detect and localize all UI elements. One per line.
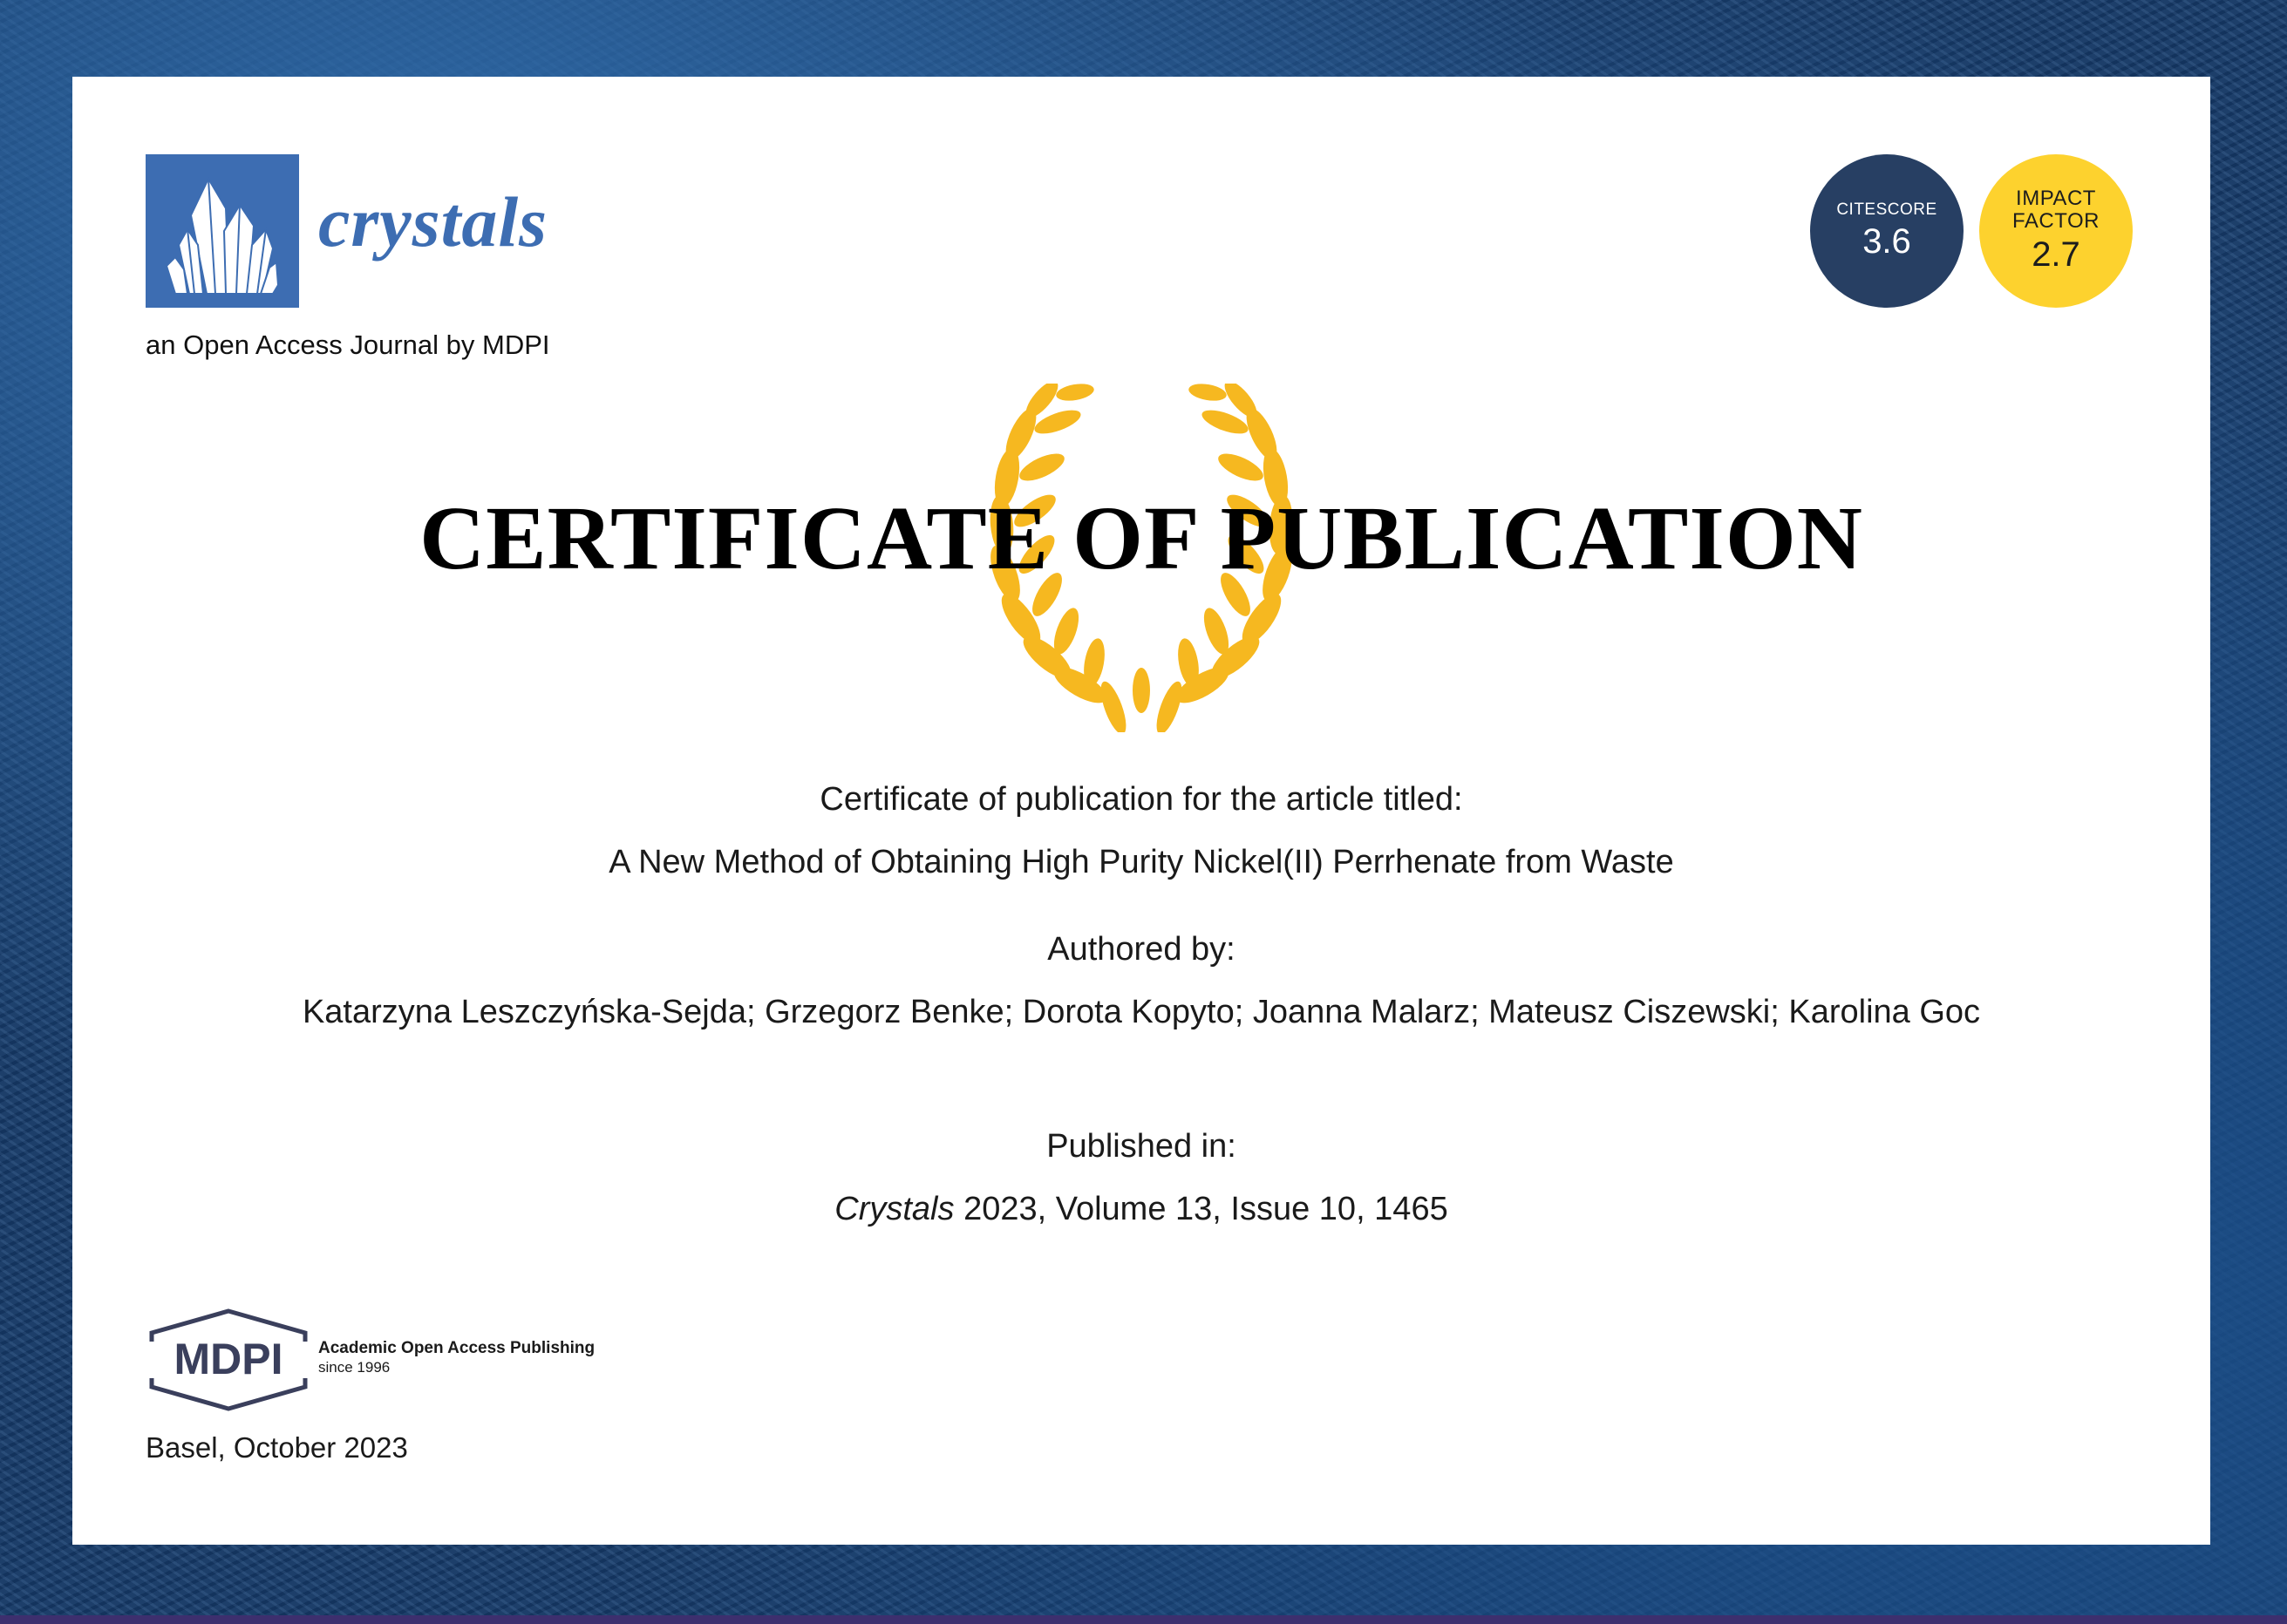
crystal-cluster-icon xyxy=(165,176,280,295)
certificate-paper: crystals an Open Access Journal by MDPI … xyxy=(72,77,2210,1545)
published-in-label: Published in: xyxy=(1046,1128,1236,1165)
publisher-since: since 1996 xyxy=(318,1359,391,1376)
citescore-badge: CITESCORE 3.6 xyxy=(1810,154,1964,308)
impact-factor-badge: IMPACT FACTOR 2.7 xyxy=(1979,154,2133,308)
article-title: A New Method of Obtaining High Purity Ni… xyxy=(609,844,1674,880)
journal-logo xyxy=(146,154,299,308)
citation: Crystals 2023, Volume 13, Issue 10, 1465 xyxy=(229,1186,2053,1233)
publisher-tagline: Academic Open Access Publishing xyxy=(318,1339,596,1357)
journal-subtitle: an Open Access Journal by MDPI xyxy=(146,330,550,360)
certificate-intro: Certificate of publication for the artic… xyxy=(820,781,1463,818)
journal-wordmark: crystals xyxy=(318,182,548,262)
impact-factor-value: 2.7 xyxy=(2032,235,2080,274)
certificate-title: CERTIFICATE OF PUBLICATION xyxy=(419,488,1863,588)
citation-details: , Volume 13, Issue 10, 1465 xyxy=(1037,1191,1448,1227)
impact-factor-label-1: IMPACT xyxy=(2016,187,2096,210)
citescore-value: 3.6 xyxy=(1862,222,1911,261)
bottom-band xyxy=(0,1615,2287,1624)
impact-factor-label-2: FACTOR xyxy=(2012,209,2100,233)
author-list: Katarzyna Leszczyńska-Sejda; Grzegorz Be… xyxy=(302,994,1981,1030)
citation-year: 2023 xyxy=(963,1191,1038,1227)
citation-journal: Crystals xyxy=(834,1191,955,1227)
authored-by-label: Authored by: xyxy=(1047,931,1235,968)
place-and-date: Basel, October 2023 xyxy=(146,1431,408,1464)
mdpi-logo-text: MDPI xyxy=(174,1335,283,1383)
mdpi-logo: MDPI xyxy=(146,1308,311,1411)
citescore-label: CITESCORE xyxy=(1836,200,1937,219)
